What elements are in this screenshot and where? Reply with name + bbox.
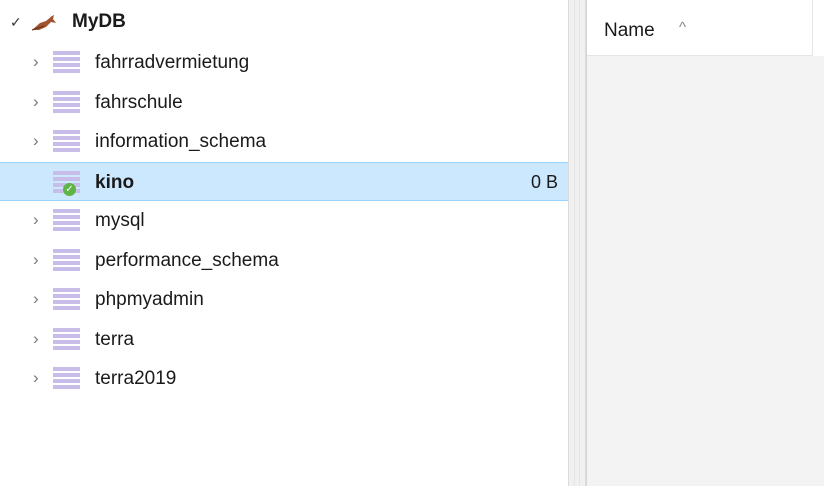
tree-item-label: terra: [95, 328, 135, 350]
tree-item-label: information_schema: [95, 131, 267, 152]
chevron-right-icon[interactable]: ›: [33, 250, 47, 269]
tree-item-performance-schema[interactable]: › performance_schema: [0, 241, 568, 281]
database-icon: [53, 51, 80, 75]
tree-item-label: terra2019: [95, 368, 177, 389]
tree-item-mysql[interactable]: › mysql: [0, 201, 568, 241]
chevron-right-icon[interactable]: ›: [33, 329, 47, 348]
tree-item-label: performance_schema: [95, 249, 279, 271]
tree-item-label: kino: [95, 171, 135, 193]
chevron-right-icon[interactable]: ›: [33, 92, 47, 111]
tree-item-terra2019[interactable]: › terra2019: [0, 359, 568, 399]
database-icon: [53, 90, 80, 115]
tree-item-terra[interactable]: › terra: [0, 320, 568, 360]
tree-item-label: phpmyadmin: [95, 289, 204, 310]
database-icon: [53, 327, 80, 352]
tree-root-label: MyDB: [72, 11, 126, 32]
splitter-grip[interactable]: [574, 0, 580, 486]
chevron-right-icon[interactable]: ›: [33, 132, 47, 150]
mysql-dolphin-icon: [31, 15, 56, 31]
column-header-name[interactable]: Name ^: [587, 0, 813, 56]
tree-item-phpmyadmin[interactable]: › phpmyadmin: [0, 280, 568, 320]
tree-item-information-schema[interactable]: › information_schema: [0, 122, 568, 162]
pane-splitter[interactable]: [568, 0, 586, 486]
tree-item-label: fahrschule: [95, 91, 183, 113]
tree-item-size: 0 B: [530, 171, 558, 192]
database-icon: [53, 248, 80, 273]
tree-root-mydb[interactable]: ✓ MyDB: [0, 6, 568, 38]
column-header-label: Name: [604, 20, 655, 41]
object-list-pane: Name ^: [586, 0, 824, 486]
connected-check-icon: ✓: [63, 182, 76, 196]
database-icon: [53, 288, 80, 312]
sort-ascending-icon: ^: [679, 19, 687, 36]
database-tree[interactable]: ✓ MyDB › fahrradvermietung › fahrschule …: [0, 0, 568, 486]
tree-item-label: fahrradvermietung: [95, 52, 250, 73]
tree-item-kino[interactable]: ✓ kino 0 B: [0, 161, 568, 201]
database-icon: [53, 209, 80, 233]
tree-list: › fahrradvermietung › fahrschule › infor…: [0, 43, 568, 399]
database-icon: [53, 367, 80, 391]
tree-item-label: mysql: [95, 210, 145, 231]
tree-item-fahrradvermietung[interactable]: › fahrradvermietung: [0, 43, 568, 83]
chevron-right-icon[interactable]: ›: [33, 369, 47, 387]
object-list-body[interactable]: [587, 56, 824, 486]
expanded-check-icon[interactable]: ✓: [10, 14, 22, 31]
chevron-right-icon[interactable]: ›: [33, 53, 47, 71]
tree-item-fahrschule[interactable]: › fahrschule: [0, 83, 568, 123]
database-icon: [53, 130, 80, 154]
database-browser-window: ✓ MyDB › fahrradvermietung › fahrschule …: [0, 0, 824, 486]
chevron-right-icon[interactable]: ›: [33, 211, 47, 229]
chevron-right-icon[interactable]: ›: [33, 290, 47, 308]
